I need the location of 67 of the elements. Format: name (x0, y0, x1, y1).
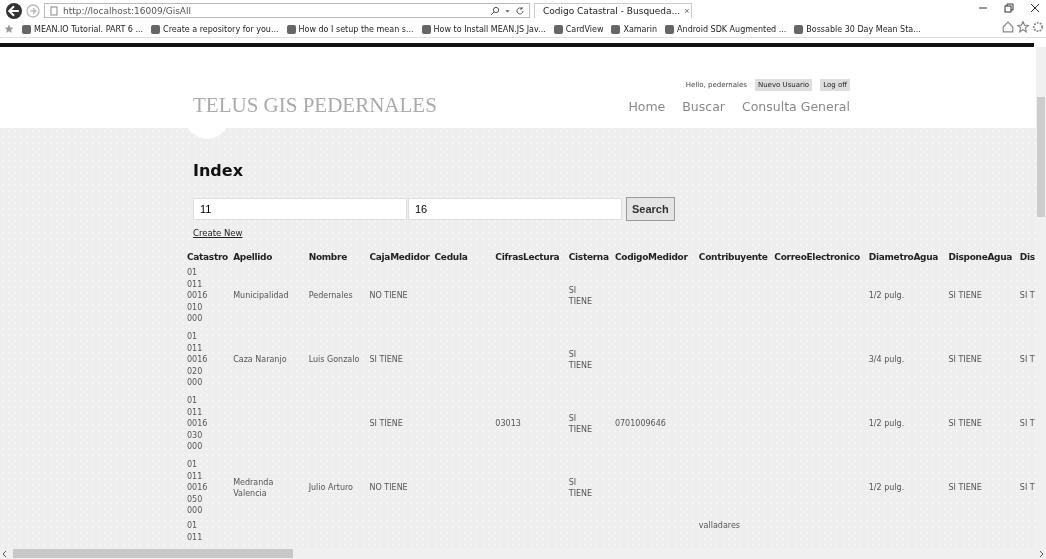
nav-link[interactable]: Consulta General (742, 99, 850, 114)
column-header: DiametroAgua (868, 252, 939, 262)
table-cell: SI TIENE (948, 354, 982, 366)
column-header: Contribuyente (698, 252, 768, 262)
favorite-link[interactable]: MEAN.IO Tutorial. PART 6 ... (22, 24, 144, 34)
column-header: Apellido (233, 252, 273, 262)
table-cell: SI TIENE (948, 482, 982, 494)
column-header: DisponeAgua (948, 252, 1013, 262)
table-cell-text: Medranda Valencia (233, 476, 275, 500)
table-cell: Luis Gonzalo (308, 354, 360, 366)
browser-tab[interactable]: Codigo Catastral - Busqueda... × (534, 3, 692, 18)
table-cell: 01 011 0016 010 000 (187, 267, 208, 325)
column-header: Nombre (308, 252, 347, 262)
favorite-link[interactable]: Create a repository for you... (151, 24, 279, 34)
column-header: CajaMedidor (369, 252, 430, 262)
table-cell: 01 011 0016 030 000 (187, 395, 208, 453)
table-cell: SI TIENE (369, 418, 403, 430)
table-cell: 1/2 pulg. (868, 290, 905, 302)
nav-link[interactable]: Home (628, 99, 666, 114)
table-cell: SI T (1019, 354, 1035, 366)
table-cell: SI TIENE (568, 412, 593, 436)
table-cell: SI TIENE (369, 354, 403, 366)
table-cell: Pedernales (308, 290, 353, 302)
table-cell: NO TIENE (369, 290, 408, 302)
favorite-link[interactable]: Android SDK Augmented ... (665, 24, 787, 34)
column-header: CifrasLectura (495, 252, 560, 262)
table-cell: SI TIENE (568, 348, 593, 372)
table-cell: 03013 (495, 418, 521, 430)
favorite-link[interactable]: Xamarin (611, 24, 658, 34)
table-cell: Municipalidad (233, 290, 289, 302)
column-header: Cedula (434, 252, 468, 262)
table-cell: valladares (698, 520, 740, 532)
table-cell: Caza Naranjo (233, 354, 287, 366)
tab-close-button[interactable]: × (684, 6, 690, 16)
favorite-link[interactable]: CardView (553, 24, 604, 34)
column-header: Cisterna (568, 252, 609, 262)
table-cell: SI T (1019, 290, 1035, 302)
page-heading: Index (193, 161, 244, 182)
table-cell: 01 011 0016 020 000 (187, 331, 208, 389)
table-cell: 01 011 (187, 520, 203, 543)
table-cell: SI T (1019, 482, 1035, 494)
column-header: Catastro (187, 252, 228, 262)
column-header: Dis (1019, 252, 1035, 262)
address-bar[interactable]: http://localhost:16009/GisAll (44, 3, 530, 18)
site-title: TELUS GIS PEDERNALES (193, 93, 437, 119)
table-cell: SI TIENE (568, 476, 593, 500)
table-cell: Julio Arturo (308, 482, 353, 494)
table-cell: SI T (1019, 418, 1035, 430)
table-cell: 1/2 pulg. (868, 482, 905, 494)
nav-link[interactable]: Buscar (682, 99, 725, 114)
table-cell: SI TIENE (568, 284, 593, 308)
favorite-link[interactable]: How to Install MEAN.JS Jav... (421, 24, 546, 34)
favorite-link[interactable]: Bossable 30 Day Mean Sta... (794, 24, 921, 34)
search-field[interactable]: 16 (408, 198, 622, 220)
table-cell: 1/2 pulg. (868, 418, 905, 430)
column-header: CorreoElectronico (774, 252, 860, 262)
search-button[interactable]: Search (626, 197, 675, 221)
column-header: CodigoMedidor (614, 252, 688, 262)
table-cell: SI TIENE (948, 290, 982, 302)
favorite-link[interactable]: How do I setup the mean s... (286, 24, 414, 34)
table-cell: SI TIENE (948, 418, 982, 430)
table-cell: 3/4 pulg. (868, 354, 905, 366)
create-new-link[interactable]: Create New (193, 228, 243, 238)
search-field[interactable]: 11 (193, 198, 407, 220)
table-cell: 0701009646 (614, 418, 666, 430)
table-cell: NO TIENE (369, 482, 408, 494)
table-cell: 01 011 0016 050 000 (187, 459, 208, 517)
